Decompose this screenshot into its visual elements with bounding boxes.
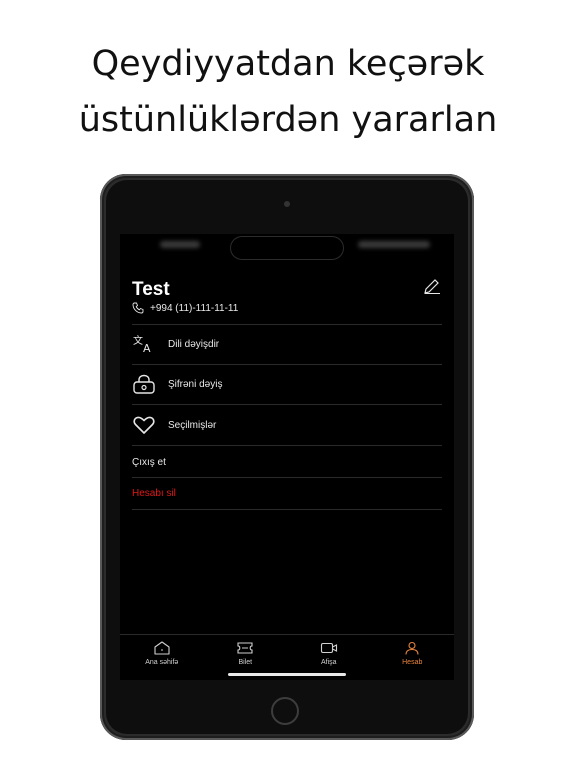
logout-button[interactable]: Çıxış et: [132, 457, 166, 468]
camera-dot: [284, 201, 290, 207]
svg-text:文: 文: [133, 334, 143, 347]
edit-icon[interactable]: [422, 278, 442, 294]
divider: [132, 404, 442, 405]
dynamic-island: [231, 237, 343, 259]
home-icon: [154, 641, 170, 655]
tab-label: Bilet: [238, 659, 253, 666]
headline: Qeydiyyatdan keçərək üstünlüklərdən yara…: [0, 36, 576, 148]
tab-home[interactable]: Ana səhifə: [120, 635, 204, 680]
translate-icon: 文 A: [133, 334, 151, 355]
menu-item-label: Dili dəyişdir: [168, 338, 220, 350]
status-time-blur: [160, 241, 200, 248]
heart-icon: [133, 416, 155, 434]
menu-item-change-password[interactable]: Şifrəni dəyiş: [132, 369, 222, 399]
user-icon: [405, 641, 419, 655]
divider: [132, 509, 442, 510]
divider: [132, 324, 442, 325]
divider: [132, 445, 442, 446]
tab-label: Ana səhifə: [145, 659, 179, 666]
lock-icon: [133, 374, 155, 394]
profile-phone-row: +994 (11)-111-11-11: [132, 302, 238, 314]
headline-line-2: üstünlüklərdən yararlan: [78, 100, 498, 140]
headline-line-1: Qeydiyyatdan keçərək: [91, 44, 485, 84]
divider: [132, 364, 442, 365]
tab-label: Hesab: [402, 659, 423, 666]
menu-item-favorites[interactable]: Seçilmişlər: [132, 410, 216, 440]
menu-item-label: Şifrəni dəyiş: [168, 378, 223, 390]
tab-label: Afişa: [320, 659, 337, 666]
tablet-home-button: [271, 697, 299, 725]
ticket-icon: [237, 642, 253, 654]
status-icons-blur: [358, 241, 430, 248]
divider: [132, 477, 442, 478]
profile-name: Test: [132, 279, 170, 300]
video-icon: [320, 642, 337, 654]
svg-text:A: A: [143, 342, 151, 355]
app-screen: Test +994 (11)-111-11-11 文 A Dili dəyişd…: [120, 234, 454, 680]
profile-phone: +994 (11)-111-11-11: [150, 302, 239, 314]
delete-account-button[interactable]: Hesabı sil: [132, 488, 176, 499]
home-indicator: [228, 673, 346, 676]
phone-icon: [132, 302, 144, 314]
tab-account[interactable]: Hesab: [371, 635, 455, 680]
menu-item-label: Seçilmişlər: [168, 419, 217, 431]
menu-item-change-language[interactable]: 文 A Dili dəyişdir: [132, 329, 219, 359]
